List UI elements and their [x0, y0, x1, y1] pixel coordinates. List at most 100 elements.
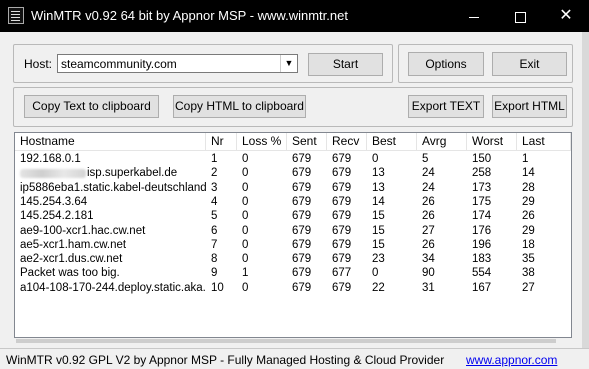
cell-nr: 7 — [211, 238, 218, 251]
cell-last: 1 — [522, 153, 529, 165]
cell-hostname: isp.superkabel.de — [15, 166, 206, 180]
cell-loss: 1 — [242, 267, 249, 280]
minimize-button[interactable] — [451, 0, 497, 32]
cell-recv: 679 — [332, 195, 352, 208]
cell-worst: 176 — [472, 224, 492, 237]
cell-nr: 2 — [211, 167, 218, 180]
cell-best: 15 — [372, 224, 385, 237]
cell-best: 0 — [372, 267, 379, 280]
column-header-loss[interactable]: Loss % — [237, 133, 287, 150]
cell-last: 29 — [522, 224, 535, 237]
hostname-text: isp.superkabel.de — [87, 167, 178, 180]
cell-sent: 679 — [292, 281, 312, 294]
host-combobox[interactable]: steamcommunity.com ▼ — [57, 54, 298, 73]
cell-best: 13 — [372, 167, 385, 180]
cell-loss: 0 — [242, 238, 249, 251]
table-row[interactable]: 192.168.0.1 1 0 679 679 0 5 150 1 — [15, 152, 571, 166]
cell-sent: 679 — [292, 167, 312, 180]
cell-loss: 0 — [242, 253, 249, 266]
window-edge — [582, 32, 589, 348]
cell-worst: 173 — [472, 181, 492, 194]
cell-nr: 3 — [211, 181, 218, 194]
cell-nr: 9 — [211, 267, 218, 280]
cell-last: 27 — [522, 281, 535, 294]
cell-best: 15 — [372, 238, 385, 251]
results-table[interactable]: Hostname Nr Loss % Sent Recv Best Avrg Worst Las… — [14, 132, 572, 338]
cell-last: 18 — [522, 238, 535, 251]
cell-hostname: 192.168.0.1 — [20, 153, 81, 165]
cell-last: 38 — [522, 267, 535, 280]
column-header-last[interactable]: Last — [517, 133, 571, 150]
export-html-button[interactable]: Export HTML — [492, 95, 567, 118]
column-header-avrg[interactable]: Avrg — [417, 133, 467, 150]
cell-hostname: ae5-xcr1.ham.cw.net — [20, 238, 127, 251]
cell-recv: 679 — [332, 181, 352, 194]
cell-best: 22 — [372, 281, 385, 294]
cell-best: 15 — [372, 210, 385, 223]
cell-sent: 679 — [292, 153, 312, 165]
cell-hostname: ae2-xcr1.dus.cw.net — [20, 253, 123, 266]
cell-avrg: 24 — [422, 167, 435, 180]
table-row[interactable]: ip5886eba1.static.kabel-deutschland... 3 0… — [15, 181, 571, 195]
cell-worst: 167 — [472, 281, 492, 294]
cell-worst: 150 — [472, 153, 492, 165]
options-button[interactable]: Options — [408, 52, 484, 76]
cell-nr: 10 — [211, 281, 224, 294]
table-row[interactable]: ae5-xcr1.ham.cw.net 7 0 679 679 15 26 196 18 — [15, 238, 571, 252]
table-row[interactable]: isp.superkabel.de 2 0 679 679 13 24 258 14 — [15, 166, 571, 180]
cell-loss: 0 — [242, 167, 249, 180]
cell-hostname: a104-108-170-244.deploy.static.aka... — [20, 281, 206, 294]
title-bar: WinMTR v0.92 64 bit by Appnor MSP - www.… — [0, 0, 589, 32]
chevron-down-icon[interactable]: ▼ — [280, 55, 297, 72]
export-text-button[interactable]: Export TEXT — [408, 95, 484, 118]
appnor-link[interactable]: www.appnor.com — [466, 353, 557, 367]
horizontal-scrollbar[interactable] — [14, 338, 572, 344]
window-title: WinMTR v0.92 64 bit by Appnor MSP - www.… — [31, 8, 348, 23]
maximize-button[interactable] — [497, 0, 543, 32]
column-header-worst[interactable]: Worst — [467, 133, 517, 150]
table-row[interactable]: Packet was too big. 9 1 679 677 0 90 554 38 — [15, 266, 571, 280]
column-header-sent[interactable]: Sent — [287, 133, 327, 150]
exit-button[interactable]: Exit — [492, 52, 567, 76]
cell-recv: 679 — [332, 210, 352, 223]
table-row[interactable]: 145.254.2.181 5 0 679 679 15 26 174 26 — [15, 209, 571, 223]
cell-last: 29 — [522, 195, 535, 208]
column-header-best[interactable]: Best — [367, 133, 417, 150]
cell-nr: 5 — [211, 210, 218, 223]
cell-recv: 679 — [332, 224, 352, 237]
table-row[interactable]: ae9-100-xcr1.hac.cw.net 6 0 679 679 15 27 176 29 — [15, 224, 571, 238]
cell-last: 28 — [522, 181, 535, 194]
cell-hostname: Packet was too big. — [20, 267, 120, 280]
cell-hostname: 145.254.2.181 — [20, 210, 94, 223]
table-row[interactable]: a104-108-170-244.deploy.static.aka... 10 0… — [15, 281, 571, 295]
scrollbar-thumb[interactable] — [16, 339, 556, 343]
table-row[interactable]: ae2-xcr1.dus.cw.net 8 0 679 679 23 34 183 35 — [15, 252, 571, 266]
cell-recv: 679 — [332, 281, 352, 294]
close-icon: ✕ — [559, 7, 573, 24]
cell-recv: 679 — [332, 253, 352, 266]
table-header: Hostname Nr Loss % Sent Recv Best Avrg Worst Las… — [15, 133, 571, 151]
cell-sent: 679 — [292, 267, 312, 280]
cell-avrg: 5 — [422, 153, 429, 165]
close-button[interactable]: ✕ — [543, 0, 589, 32]
cell-nr: 8 — [211, 253, 218, 266]
copy-html-button[interactable]: Copy HTML to clipboard — [173, 95, 306, 118]
copy-text-button[interactable]: Copy Text to clipboard — [24, 95, 159, 118]
host-input[interactable]: steamcommunity.com — [61, 57, 177, 71]
cell-avrg: 26 — [422, 195, 435, 208]
app-icon — [8, 7, 24, 24]
cell-last: 35 — [522, 253, 535, 266]
status-text: WinMTR v0.92 GPL V2 by Appnor MSP - Full… — [6, 353, 445, 367]
start-button[interactable]: Start — [308, 53, 383, 76]
column-header-recv[interactable]: Recv — [327, 133, 367, 150]
cell-avrg: 34 — [422, 253, 435, 266]
column-header-nr[interactable]: Nr — [206, 133, 237, 150]
cell-worst: 258 — [472, 167, 492, 180]
table-row[interactable]: 145.254.3.64 4 0 679 679 14 26 175 29 — [15, 195, 571, 209]
cell-sent: 679 — [292, 210, 312, 223]
cell-best: 23 — [372, 253, 385, 266]
column-header-hostname[interactable]: Hostname — [15, 133, 206, 150]
cell-hostname: 145.254.3.64 — [20, 195, 88, 208]
cell-last: 14 — [522, 167, 535, 180]
cell-last: 26 — [522, 210, 535, 223]
